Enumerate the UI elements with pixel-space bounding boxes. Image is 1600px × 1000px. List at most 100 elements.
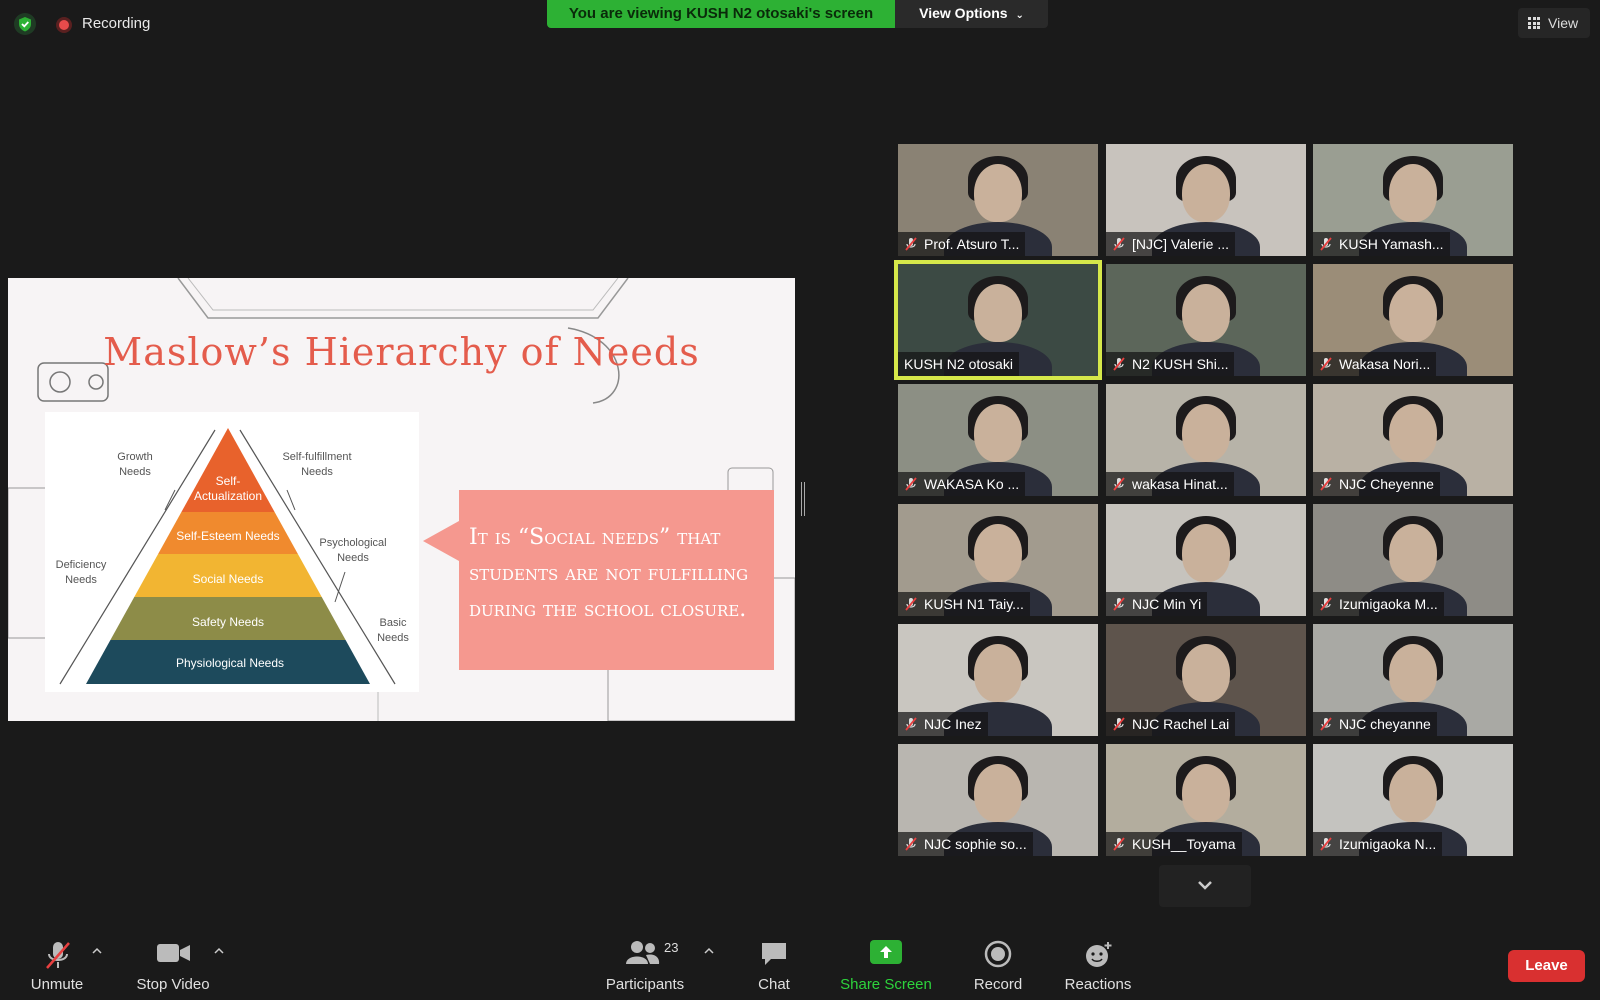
chat-label: Chat [758, 976, 790, 993]
recording-indicator-icon [56, 17, 72, 33]
muted-mic-icon [905, 717, 917, 731]
participant-nameplate: NJC sophie so... [898, 832, 1033, 856]
participant-video-tile[interactable]: wakasa Hinat... [1106, 384, 1306, 496]
participant-nameplate: wakasa Hinat... [1106, 472, 1234, 496]
unmute-label: Unmute [30, 976, 84, 993]
muted-mic-icon [1320, 237, 1332, 251]
participant-nameplate: NJC Inez [898, 712, 988, 736]
participant-video-tile[interactable]: KUSH N1 Taiy... [898, 504, 1098, 616]
participant-name: NJC Rachel Lai [1132, 716, 1230, 732]
reactions-label: Reactions [1064, 976, 1132, 993]
pyramid-level-physiological: Physiological Needs [175, 656, 285, 670]
participant-name: KUSH Yamash... [1339, 236, 1444, 252]
participant-video-tile[interactable]: [NJC] Valerie ... [1106, 144, 1306, 256]
participant-video-tile[interactable]: WAKASA Ko ... [898, 384, 1098, 496]
participant-face [974, 404, 1022, 462]
grid-view-icon [1528, 17, 1540, 29]
muted-mic-icon [905, 597, 917, 611]
participant-face [1182, 524, 1230, 582]
participant-video-tile[interactable]: KUSH Yamash... [1313, 144, 1513, 256]
muted-mic-icon [1320, 357, 1332, 371]
participant-face [1389, 764, 1437, 822]
participant-video-tile[interactable]: Prof. Atsuro T... [898, 144, 1098, 256]
recording-label: Recording [82, 15, 151, 32]
chevron-down-icon [1198, 881, 1212, 890]
stop-video-label: Stop Video [136, 976, 210, 993]
participant-nameplate: NJC Rachel Lai [1106, 712, 1236, 736]
participants-options-caret-icon[interactable] [704, 946, 714, 956]
participant-name: KUSH N1 Taiy... [924, 596, 1024, 612]
maslow-pyramid-diagram: Growth Needs Self-fulfillment Needs Psyc… [45, 412, 419, 692]
muted-mic-icon [1113, 837, 1125, 851]
audio-options-caret-icon[interactable] [92, 946, 102, 956]
muted-mic-icon [1320, 837, 1332, 851]
participant-nameplate: [NJC] Valerie ... [1106, 232, 1235, 256]
participant-video-tile[interactable]: KUSH N2 otosaki [894, 260, 1102, 380]
participant-nameplate: Izumigaoka N... [1313, 832, 1443, 856]
participant-name: KUSH N2 otosaki [904, 356, 1013, 372]
participant-name: NJC Cheyenne [1339, 476, 1434, 492]
record-label: Record [973, 976, 1023, 993]
view-button[interactable]: View [1518, 8, 1590, 38]
view-options-label: View Options [919, 5, 1008, 21]
view-options-button[interactable]: View Options ⌄ [895, 0, 1048, 28]
participant-video-tile[interactable]: NJC Inez [898, 624, 1098, 736]
muted-mic-icon [1113, 477, 1125, 491]
microphone-muted-icon [46, 942, 70, 969]
participant-nameplate: N2 KUSH Shi... [1106, 352, 1235, 376]
participant-face [1182, 764, 1230, 822]
participant-video-tile[interactable]: Izumigaoka M... [1313, 504, 1513, 616]
growth-needs-label: Growth Needs [117, 451, 153, 478]
view-label: View [1548, 15, 1579, 31]
slide-title: Maslow’s Hierarchy of Needs [103, 330, 700, 374]
participant-name: NJC cheyanne [1339, 716, 1431, 732]
participant-face [1389, 404, 1437, 462]
participant-name: NJC sophie so... [924, 836, 1027, 852]
gallery-next-page-button[interactable] [1159, 865, 1251, 907]
participant-video-tile[interactable]: Izumigaoka N... [1313, 744, 1513, 856]
participant-video-tile[interactable]: NJC Rachel Lai [1106, 624, 1306, 736]
basic-needs-label: Basic Needs [377, 617, 409, 644]
muted-mic-icon [1113, 237, 1125, 251]
participant-video-tile[interactable]: NJC cheyanne [1313, 624, 1513, 736]
self-fulfillment-needs-label: Self-fulfillment Needs [282, 451, 352, 478]
pyramid-level-safety: Safety Needs [191, 615, 265, 629]
top-bar: Recording You are viewing KUSH N2 otosak… [0, 0, 1600, 48]
security-shield-icon[interactable] [14, 13, 36, 35]
reactions-smiley-icon [1086, 942, 1112, 967]
participant-nameplate: KUSH__Toyama [1106, 832, 1242, 856]
participant-video-tile[interactable]: Wakasa Nori... [1313, 264, 1513, 376]
chat-bubble-icon [762, 943, 786, 965]
participant-face [974, 764, 1022, 822]
participant-face [974, 524, 1022, 582]
chevron-down-icon: ⌄ [1015, 10, 1024, 21]
muted-mic-icon [1113, 597, 1125, 611]
participant-name: Wakasa Nori... [1339, 356, 1431, 372]
pyramid-level-self-esteem: Self-Esteem Needs [176, 529, 280, 543]
share-screen-label: Share Screen [840, 976, 932, 993]
participant-face [1389, 524, 1437, 582]
shared-screen-slide: Maslow’s Hierarchy of Needs Growth Needs… [8, 278, 795, 721]
muted-mic-icon [1113, 717, 1125, 731]
video-options-caret-icon[interactable] [214, 946, 224, 956]
split-view-drag-handle[interactable] [801, 482, 805, 516]
participant-face [1182, 164, 1230, 222]
participant-video-tile[interactable]: KUSH__Toyama [1106, 744, 1306, 856]
participant-video-tile[interactable]: NJC sophie so... [898, 744, 1098, 856]
participants-label: Participants [605, 976, 685, 993]
muted-mic-icon [1320, 477, 1332, 491]
participant-video-tile[interactable]: NJC Cheyenne [1313, 384, 1513, 496]
participant-name: Izumigaoka M... [1339, 596, 1438, 612]
participant-name: wakasa Hinat... [1132, 476, 1228, 492]
participant-video-tile[interactable]: NJC Min Yi [1106, 504, 1306, 616]
participant-nameplate: Izumigaoka M... [1313, 592, 1444, 616]
quote-pointer [423, 521, 459, 561]
participant-video-tile[interactable]: N2 KUSH Shi... [1106, 264, 1306, 376]
video-camera-icon [157, 944, 190, 962]
pyramid-level-self-actualization: Self-Actualization [193, 474, 263, 503]
muted-mic-icon [905, 237, 917, 251]
participant-face [1389, 284, 1437, 342]
leave-button[interactable]: Leave [1508, 950, 1585, 982]
participant-face [1389, 164, 1437, 222]
participants-icon [626, 941, 660, 964]
